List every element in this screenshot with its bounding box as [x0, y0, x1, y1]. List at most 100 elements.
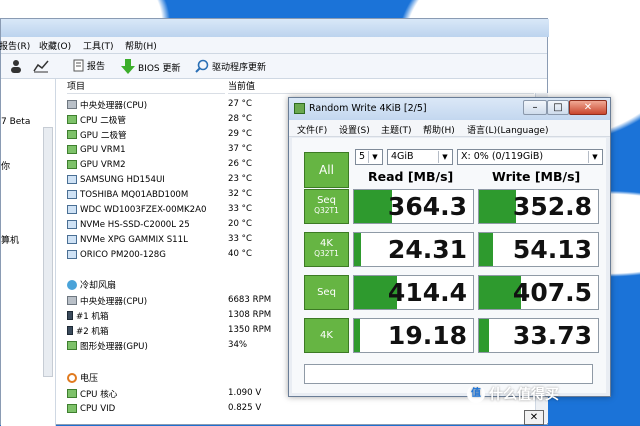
report-button[interactable]: 报告	[73, 59, 105, 72]
menu-help[interactable]: 帮助(H)	[423, 123, 455, 136]
sensor-value: 32 °C	[228, 189, 252, 199]
menu-settings[interactable]: 设置(S)	[339, 123, 370, 136]
cdm-body: All 5 ▼ 4GiB ▼ X: 0% (0/119GiB) ▼ Read […	[292, 138, 606, 393]
sensor-value: 33 °C	[228, 234, 252, 244]
sensor-row[interactable]: CPU 核心	[67, 386, 117, 401]
test-label: Seq	[317, 287, 336, 298]
menu-help[interactable]: 帮助(H)	[125, 39, 157, 52]
cdm-titlebar: Random Write 4KiB [2/5] – □ ✕	[289, 98, 610, 120]
driver-update-button[interactable]: 驱动程序更新	[195, 59, 266, 73]
driver-update-label: 驱动程序更新	[212, 62, 267, 73]
voltage-group[interactable]: 电压	[67, 371, 98, 384]
graph-icon[interactable]	[33, 59, 49, 73]
sensor-row[interactable]: NVMe XPG GAMMIX S11L	[67, 232, 188, 247]
seq-q32t1-button[interactable]: Seq Q32T1	[304, 189, 349, 224]
menu-report[interactable]: 报告(R)	[0, 39, 30, 52]
menu-theme[interactable]: 主题(T)	[381, 123, 412, 136]
left-scrollbar[interactable]	[43, 127, 53, 377]
minimize-button[interactable]: –	[523, 100, 547, 115]
hwmonitor-toolbar: 报告 BIOS 更新 驱动程序更新	[1, 54, 547, 79]
column-item-header[interactable]: 项目	[67, 79, 225, 94]
sensor-row[interactable]: GPU VRM1	[67, 142, 126, 157]
sensor-row[interactable]: ORICO PM200-128G	[67, 247, 166, 262]
write-value: 54.13	[512, 235, 592, 264]
column-current-header[interactable]: 当前值	[228, 79, 534, 94]
magnifier-icon	[195, 59, 209, 73]
sensor-row[interactable]: 中央处理器(CPU)	[67, 97, 147, 112]
comment-field[interactable]	[304, 364, 593, 384]
left-panel-text: 你	[1, 162, 11, 172]
maximize-button[interactable]: □	[547, 100, 569, 115]
download-arrow-icon	[121, 59, 135, 74]
menu-language[interactable]: 语言(L)(Language)	[467, 123, 548, 136]
sensor-row[interactable]: WDC WD1003FZEX-00MK2A0	[67, 202, 206, 217]
user-icon[interactable]	[9, 59, 23, 73]
disk-icon	[67, 175, 77, 184]
sensor-name: NVMe HS-SSD-C2000L 25	[80, 219, 190, 230]
seq-button[interactable]: Seq	[304, 275, 349, 310]
menu-file[interactable]: 文件(F)	[297, 123, 327, 136]
count-select[interactable]: 5 ▼	[355, 149, 383, 165]
menu-tools[interactable]: 工具(T)	[83, 39, 114, 52]
sensor-value: 1.090 V	[228, 388, 262, 398]
sensor-value: 6683 RPM	[228, 295, 272, 305]
sensor-value: 33 °C	[228, 204, 252, 214]
sensor-row[interactable]: NVMe HS-SSD-C2000L 25	[67, 217, 190, 232]
sensor-name: NVMe XPG GAMMIX S11L	[80, 234, 188, 245]
write-value: 33.73	[512, 321, 592, 350]
window-title: Random Write 4KiB [2/5]	[309, 103, 427, 114]
size-value: 4GiB	[391, 151, 414, 162]
sensor-value: 34%	[228, 340, 248, 350]
hwmonitor-menubar: 报告(R) 收藏(O) 工具(T) 帮助(H)	[0, 37, 547, 54]
sensor-row[interactable]: TOSHIBA MQ01ABD100M	[67, 187, 188, 202]
write-result: 352.8	[478, 189, 599, 224]
sensor-name: SAMSUNG HD154UI	[80, 174, 165, 185]
4k-button[interactable]: 4K	[304, 318, 349, 353]
chip-icon	[67, 389, 77, 398]
write-value: 407.5	[512, 278, 592, 307]
chip-icon	[67, 341, 77, 350]
chip-icon	[67, 160, 77, 169]
test-label: Seq	[317, 195, 336, 206]
cpu-icon	[67, 100, 77, 109]
write-result: 33.73	[478, 318, 599, 353]
all-button[interactable]: All	[304, 152, 349, 188]
sensor-row[interactable]: #1 机箱	[67, 308, 109, 323]
watermark-text: 什么值得买	[489, 387, 559, 403]
size-select[interactable]: 4GiB ▼	[387, 149, 453, 165]
sensor-value: 26 °C	[228, 159, 252, 169]
sensor-row[interactable]: CPU VID	[67, 401, 115, 416]
sensor-value: 20 °C	[228, 219, 252, 229]
close-button[interactable]: ✕	[569, 100, 607, 115]
cpu-icon	[67, 296, 77, 305]
chevron-down-icon: ▼	[438, 151, 451, 163]
sensor-row[interactable]: #2 机箱	[67, 323, 109, 338]
write-value: 352.8	[512, 192, 592, 221]
menu-favorites[interactable]: 收藏(O)	[39, 39, 71, 52]
sensor-value: 37 °C	[228, 144, 252, 154]
cdm-menubar: 文件(F) 设置(S) 主题(T) 帮助(H) 语言(L)(Language)	[289, 120, 610, 137]
sensor-row[interactable]: SAMSUNG HD154UI	[67, 172, 165, 187]
4k-q32t1-button[interactable]: 4K Q32T1	[304, 232, 349, 267]
sensor-value: 1308 RPM	[228, 310, 272, 320]
test-label: 4K	[320, 330, 333, 341]
sensor-name: CPU VID	[80, 403, 116, 414]
bios-update-button[interactable]: BIOS 更新	[121, 59, 181, 75]
read-value: 364.3	[387, 192, 467, 221]
sensor-row[interactable]: GPU 二极管	[67, 127, 127, 142]
drive-select[interactable]: X: 0% (0/119GiB) ▼	[457, 149, 603, 165]
chip-icon	[67, 115, 77, 124]
hwmonitor-titlebar	[1, 19, 549, 37]
watermark: 值 什么值得买	[467, 384, 559, 404]
sensor-row[interactable]: 中央处理器(CPU)	[67, 293, 147, 308]
close-icon[interactable]: ✕	[524, 410, 544, 425]
sensor-row[interactable]: CPU 二极管	[67, 112, 126, 127]
crystaldiskmark-window: Random Write 4KiB [2/5] – □ ✕ 文件(F) 设置(S…	[288, 97, 611, 397]
fans-group[interactable]: 冷却风扇	[67, 278, 116, 291]
chevron-down-icon: ▼	[368, 151, 381, 163]
sensor-row[interactable]: 图形处理器(GPU)	[67, 338, 148, 353]
bios-update-label: BIOS 更新	[138, 63, 181, 74]
report-label: 报告	[87, 62, 106, 72]
sensor-row[interactable]: GPU VRM2	[67, 157, 126, 172]
sensor-name: 中央处理器(CPU)	[80, 100, 148, 111]
